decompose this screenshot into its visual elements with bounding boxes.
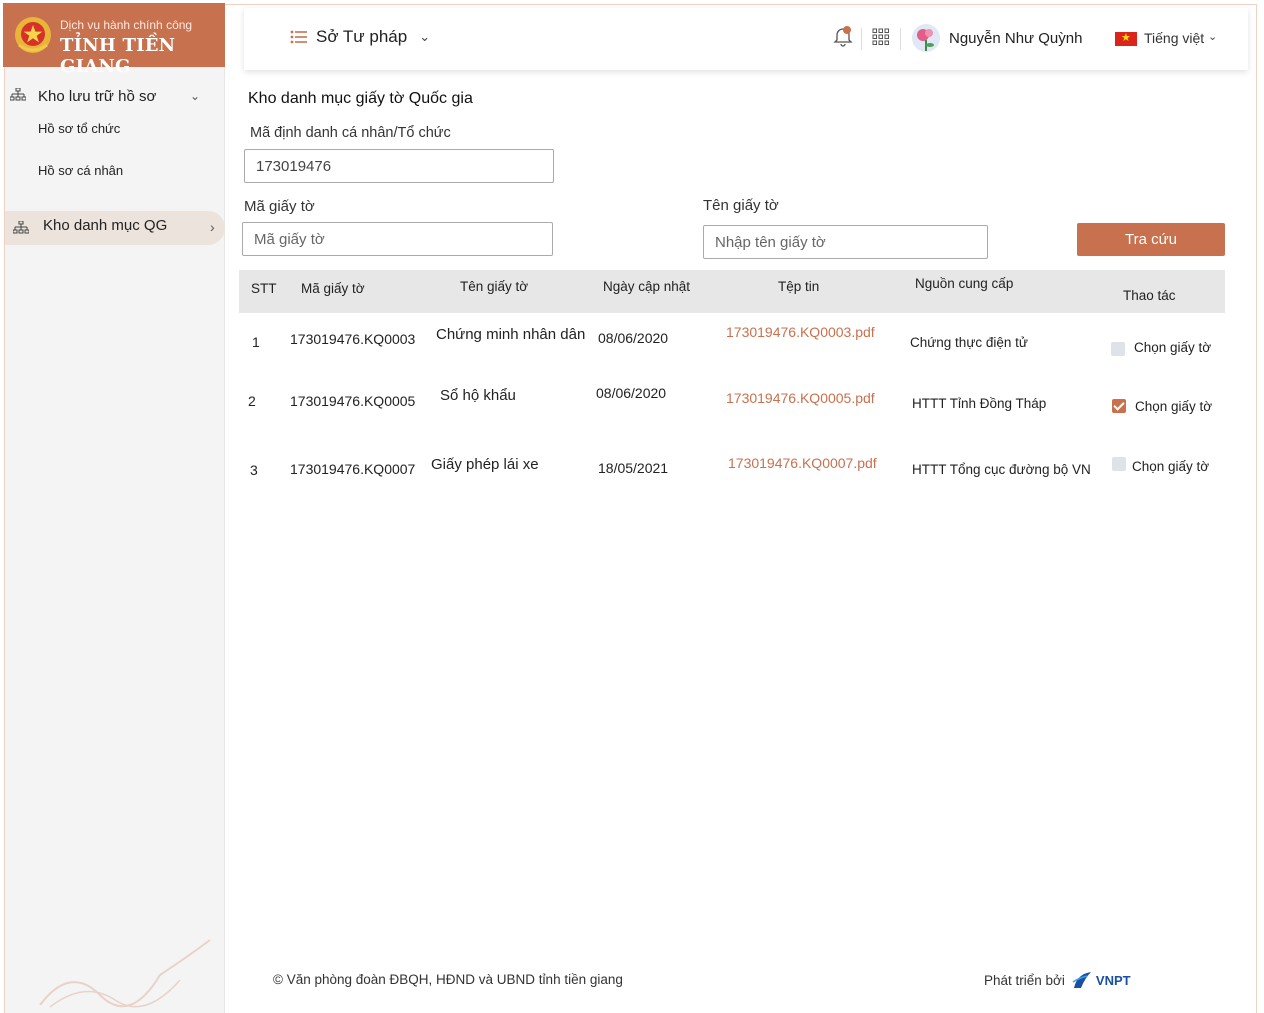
sitemap-icon (10, 88, 26, 101)
id-input[interactable] (244, 149, 554, 183)
user-name[interactable]: Nguyễn Như Quỳnh (949, 30, 1082, 47)
brand-logo[interactable]: Dịch vụ hành chính công TỈNH TIỀN GIANG (3, 3, 225, 77)
id-label: Mã định danh cá nhân/Tổ chức (250, 125, 451, 141)
header-updated: Ngày cập nhật (603, 279, 691, 294)
row-name: Sổ hộ khẩu (440, 387, 516, 404)
developed-by-label: Phát triển bởi (984, 972, 1065, 988)
sitemap-icon (13, 221, 29, 234)
divider (900, 28, 901, 50)
sidebar-item-organization-records[interactable]: Hồ sơ tổ chức (38, 121, 120, 136)
code-label: Mã giấy tờ (244, 198, 315, 215)
header-name: Tên giấy tờ (460, 279, 529, 294)
table-header: STT Mã giấy tờ Tên giấy tờ Ngày cập nhật… (239, 270, 1225, 313)
vnpt-label: VNPT (1095, 972, 1131, 988)
row-stt: 3 (250, 462, 258, 478)
select-checkbox[interactable] (1112, 399, 1126, 413)
chevron-down-icon: ⌄ (190, 89, 201, 103)
row-name: Chứng minh nhân dân (436, 326, 586, 343)
row-source: HTTT Tỉnh Đồng Tháp (912, 396, 1047, 411)
sidebar-group-storage[interactable]: Kho lưu trữ hồ sơ ⌄ (5, 80, 225, 112)
row-name: Giấy phép lái xe (431, 456, 539, 473)
row-source: HTTT Tổng cục đường bộ VN (912, 462, 1091, 477)
row-updated: 18/05/2021 (598, 460, 669, 476)
footer-developer: Phát triển bởi VNPT (984, 970, 1131, 990)
select-label[interactable]: Chọn giấy tờ (1132, 459, 1209, 474)
name-label: Tên giấy tờ (703, 197, 779, 214)
page-title: Kho danh mục giấy tờ Quốc gia (248, 90, 473, 107)
brand-subtitle: Dịch vụ hành chính công (60, 18, 193, 32)
row-code: 173019476.KQ0007 (290, 461, 416, 477)
row-code: 173019476.KQ0003 (290, 331, 416, 347)
row-updated: 08/06/2020 (596, 385, 667, 401)
language-selector[interactable]: Tiếng việt (1144, 30, 1204, 46)
sidebar-item-personal-records[interactable]: Hồ sơ cá nhân (38, 163, 123, 178)
department-label: Sở Tư pháp (316, 27, 408, 46)
name-input[interactable] (703, 225, 988, 259)
brand-title: TỈNH TIỀN GIANG (60, 35, 176, 77)
select-checkbox[interactable] (1112, 457, 1126, 471)
header-file: Tệp tin (778, 279, 820, 294)
row-code: 173019476.KQ0005 (290, 393, 416, 409)
divider (861, 28, 862, 50)
vnpt-logo-icon (1072, 972, 1091, 988)
top-header: Sở Tư pháp ⌄ Nguyễn Như Quỳnh ★ Tiếng vi… (244, 8, 1248, 70)
vietnam-flag-icon: ★ (1115, 32, 1137, 46)
department-selector[interactable]: Sở Tư pháp ⌄ (290, 27, 430, 47)
national-emblem-icon (15, 17, 51, 53)
sidebar (5, 5, 225, 1013)
decorative-watermark (39, 939, 211, 1008)
row-file-link[interactable]: 173019476.KQ0007.pdf (728, 455, 877, 471)
row-source: Chứng thực điện tử (910, 335, 1028, 350)
apps-grid-icon[interactable] (872, 28, 890, 46)
chevron-down-icon: ⌄ (419, 29, 431, 44)
select-label[interactable]: Chọn giấy tờ (1135, 399, 1212, 414)
header-source: Nguồn cung cấp (915, 276, 1014, 291)
select-checkbox[interactable] (1111, 342, 1125, 356)
row-stt: 1 (252, 334, 260, 350)
select-label[interactable]: Chọn giấy tờ (1134, 340, 1211, 355)
sidebar-item-label: Kho danh mục QG (43, 217, 168, 234)
avatar[interactable] (911, 23, 941, 53)
chevron-down-icon: ⌄ (1208, 31, 1218, 43)
sidebar-group-label: Kho lưu trữ hồ sơ (38, 87, 157, 105)
search-button[interactable]: Tra cứu (1077, 223, 1225, 256)
header-action: Thao tác (1123, 288, 1176, 303)
list-icon (290, 30, 307, 44)
row-stt: 2 (248, 393, 256, 409)
header-stt: STT (251, 281, 277, 296)
code-input[interactable] (242, 222, 553, 256)
vnpt-logo[interactable]: VNPT (1071, 970, 1131, 990)
header-code: Mã giấy tờ (301, 281, 365, 296)
row-updated: 08/06/2020 (598, 330, 669, 346)
footer-copyright: © Văn phòng đoàn ĐBQH, HĐND và UBND tỉnh… (273, 972, 623, 987)
row-file-link[interactable]: 173019476.KQ0003.pdf (726, 324, 875, 340)
sidebar-item-national-catalog[interactable]: Kho danh mục QG › (5, 211, 225, 245)
row-file-link[interactable]: 173019476.KQ0005.pdf (726, 390, 875, 406)
chevron-right-icon: › (210, 219, 215, 235)
bell-icon[interactable] (832, 25, 854, 47)
